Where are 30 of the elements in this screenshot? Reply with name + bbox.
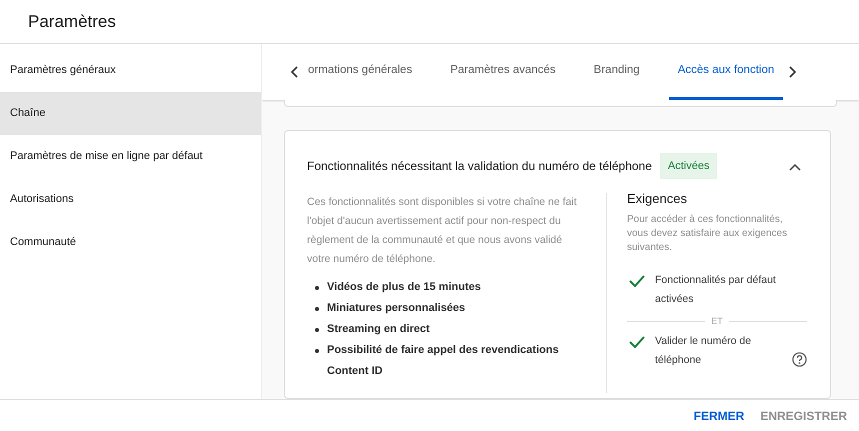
sidebar-item[interactable]: Paramètres de mise en ligne par défaut xyxy=(0,135,261,178)
status-label: Activées xyxy=(660,152,718,180)
sidebar-item[interactable]: Paramètres généraux xyxy=(0,49,261,92)
feature-item: Streaming en direct xyxy=(327,322,430,337)
chevron-right-icon xyxy=(789,66,798,78)
sidebar-item[interactable]: Autorisations xyxy=(0,178,261,221)
bullet-icon xyxy=(315,349,319,353)
description-text: Ces fonctionnalités sont disponibles si votre chaîne ne fait l'objet d'aucun avertissement actif pour non-respect du règlement de la communauté et que nous avons validé votre numéro de téléphone. xyxy=(307,195,578,267)
separator-label: ET xyxy=(711,314,723,328)
page-title: Paramètres xyxy=(28,11,117,33)
requirement-label: Valider le numéro de téléphone xyxy=(655,334,752,368)
requirements-title: Exigences xyxy=(627,190,688,208)
close-button[interactable]: FERMER xyxy=(688,402,750,428)
help-icon[interactable] xyxy=(792,352,807,367)
bullet-icon xyxy=(315,328,319,332)
bullet-icon xyxy=(315,307,319,311)
tab[interactable]: Paramètres avancés xyxy=(441,44,565,100)
section-title: Fonctionnalités nécessitant la validation du numéro de téléphone xyxy=(307,158,652,175)
requirement-label: Fonctionnalités par défaut activées xyxy=(655,272,777,306)
bullet-icon xyxy=(315,286,319,290)
feature-item: Possibilité de faire appel des revendications Content ID xyxy=(327,343,560,379)
feature-item: Vidéos de plus de 15 minutes xyxy=(327,280,481,295)
sidebar-item[interactable]: Chaîne xyxy=(0,92,261,135)
feature-item: Miniatures personnalisées xyxy=(327,301,466,316)
requirements-description: Pour accéder à ces fonctionnalités, vous devez satisfaire aux exigences suivantes. xyxy=(627,212,788,254)
chevron-left-icon xyxy=(290,66,298,78)
tab[interactable]: Branding xyxy=(584,44,649,100)
sidebar-item[interactable]: Communauté xyxy=(0,221,261,264)
chevron-up-icon xyxy=(789,162,801,171)
tab[interactable]: ormations générales xyxy=(304,44,422,100)
